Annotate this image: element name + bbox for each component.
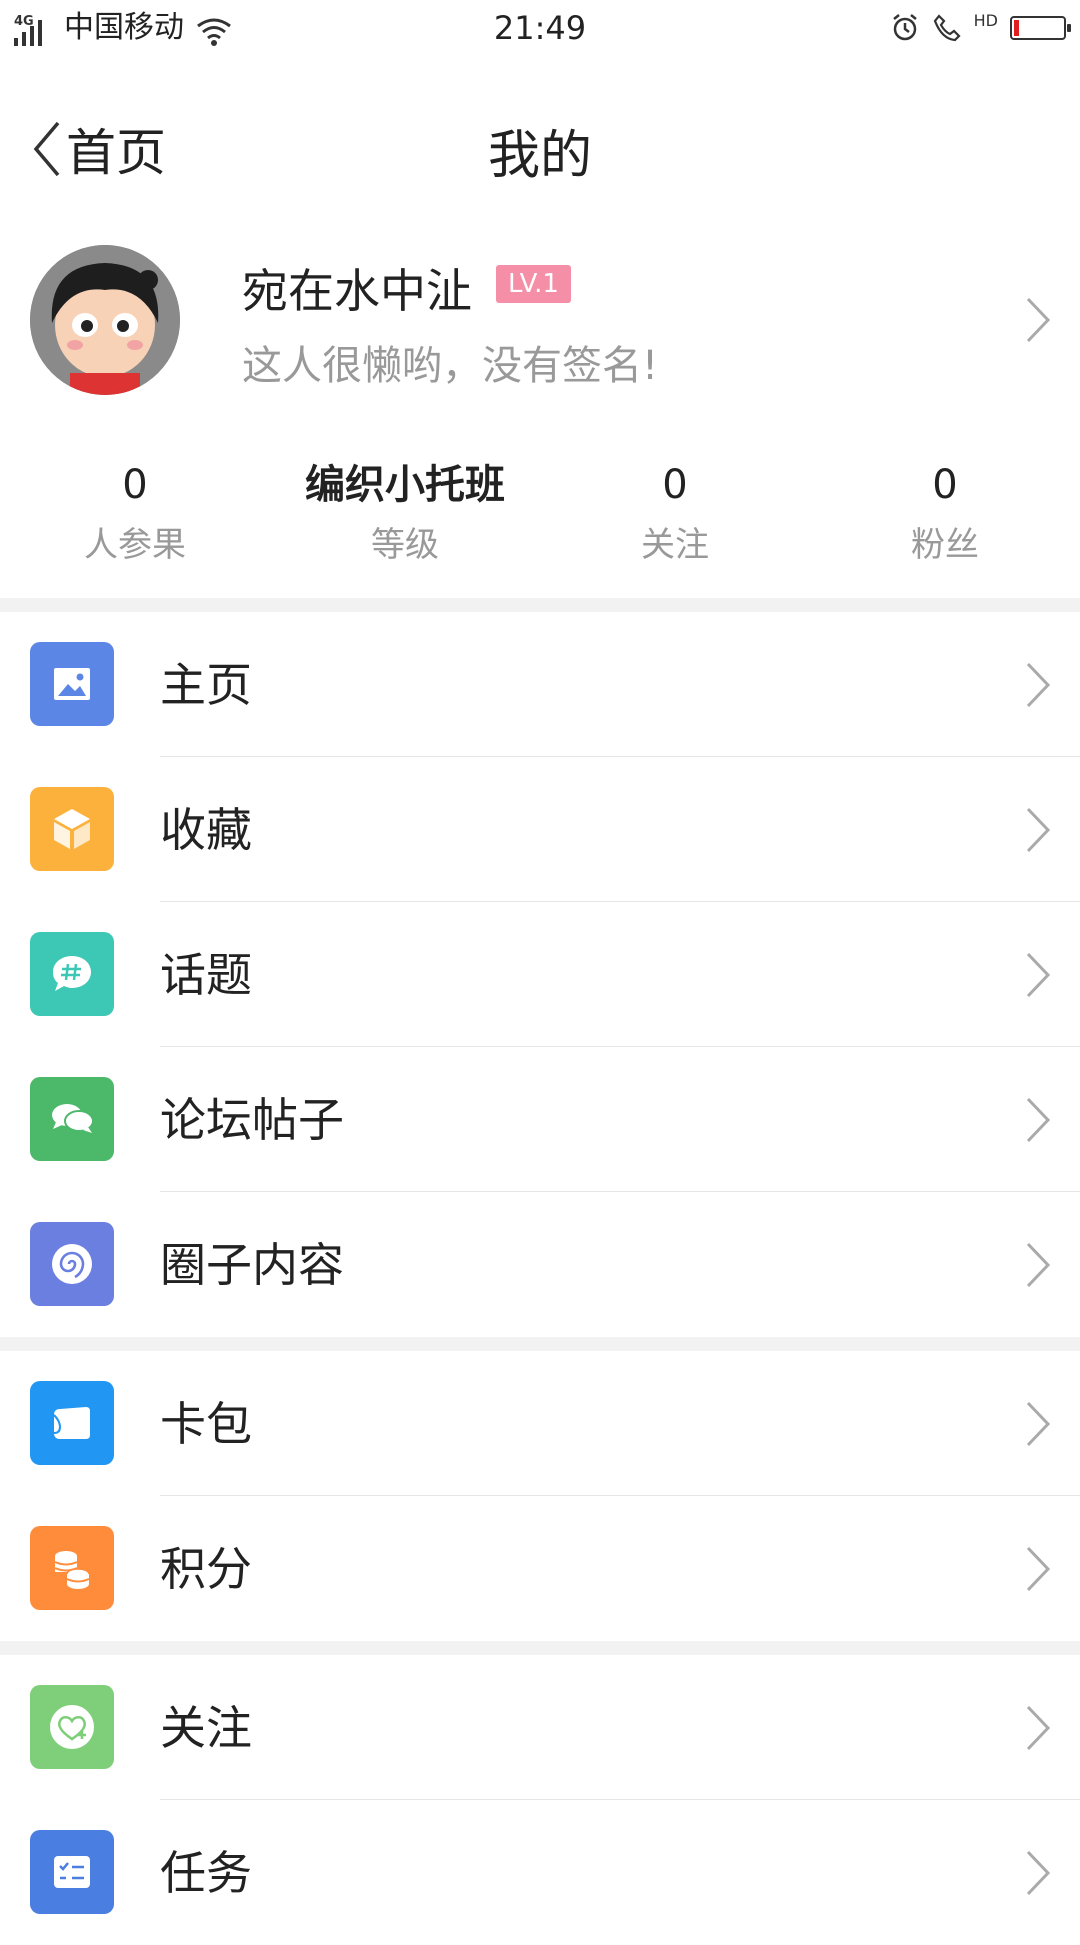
menu-label: 积分	[160, 1542, 252, 1596]
chevron-right-icon	[1026, 1242, 1051, 1288]
user-signature: 这人很懒哟，没有签名!	[242, 343, 659, 389]
battery-level	[1014, 20, 1019, 36]
profile-card[interactable]: 宛在水中沚 LV.1 这人很懒哟，没有签名!	[0, 233, 1080, 433]
status-right: HD	[890, 8, 1071, 48]
chevron-right-icon	[1026, 662, 1051, 708]
section-divider	[0, 1641, 1080, 1655]
task-list-icon	[54, 1856, 90, 1888]
avatar[interactable]	[30, 245, 180, 395]
menu-item-forum-posts[interactable]: 论坛帖子	[0, 1047, 1080, 1192]
chevron-right-icon	[1026, 297, 1051, 343]
stat-item[interactable]: 编织小托班 等级	[270, 455, 540, 595]
chevron-right-icon	[1026, 807, 1051, 853]
stat-label: 等级	[371, 525, 439, 565]
stat-label: 粉丝	[911, 525, 979, 565]
chevron-right-icon	[1026, 1546, 1051, 1592]
menu-icon-bg	[30, 1077, 114, 1161]
chat-bubbles-icon	[52, 1104, 94, 1133]
menu-icon-bg	[30, 1830, 114, 1914]
stat-label: 人参果	[84, 525, 186, 565]
stat-label: 关注	[641, 525, 709, 565]
hd-label: HD	[973, 10, 998, 30]
picture-icon	[54, 668, 90, 700]
menu-label: 论坛帖子	[160, 1093, 344, 1147]
menu-item-circle-content[interactable]: 圈子内容	[0, 1192, 1080, 1337]
coins-icon	[54, 1551, 90, 1589]
stats-row: 0 人参果 编织小托班 等级 0 关注 0 粉丝	[0, 455, 1080, 595]
section-divider	[0, 598, 1080, 612]
menu-item-card-wallet[interactable]: 卡包	[0, 1351, 1080, 1496]
menu-label: 话题	[160, 948, 252, 1002]
card-icon	[53, 1407, 90, 1439]
chevron-right-icon	[1026, 1097, 1051, 1143]
chevron-right-icon	[1026, 952, 1051, 998]
menu-item-tasks[interactable]: 任务	[0, 1800, 1080, 1945]
status-bar: 4G 中国移动 21:49 HD	[0, 0, 1080, 58]
chevron-right-icon	[1026, 1705, 1051, 1751]
chevron-right-icon	[1026, 1850, 1051, 1896]
nav-header: 首页 我的	[0, 58, 1080, 233]
menu-label: 收藏	[160, 803, 252, 857]
stat-value: 编织小托班	[305, 462, 505, 508]
level-badge: LV.1	[496, 265, 571, 303]
menu-label: 主页	[160, 658, 252, 712]
menu-icon-bg	[30, 787, 114, 871]
stat-value: 0	[662, 462, 688, 508]
box-icon	[54, 809, 90, 849]
menu-icon-bg	[30, 642, 114, 726]
menu-item-favorites[interactable]: 收藏	[0, 757, 1080, 902]
menu-icon-bg	[30, 1526, 114, 1610]
page-title: 我的	[487, 126, 592, 186]
heart-plus-icon	[50, 1705, 94, 1749]
menu-label: 圈子内容	[160, 1238, 344, 1292]
phone-call-icon	[933, 14, 961, 42]
alarm-icon	[892, 14, 917, 41]
stat-value: 0	[122, 462, 148, 508]
menu-label: 关注	[160, 1701, 252, 1755]
avatar-cartoon-icon	[30, 245, 180, 395]
menu-label: 卡包	[160, 1397, 252, 1451]
menu-label: 任务	[160, 1846, 252, 1900]
stat-item[interactable]: 0 关注	[540, 455, 810, 595]
menu-icon-bg	[30, 1381, 114, 1465]
menu-item-points[interactable]: 积分	[0, 1496, 1080, 1641]
battery-icon	[1010, 16, 1071, 40]
menu-icon-bg	[30, 932, 114, 1016]
menu-item-homepage[interactable]: 主页	[0, 612, 1080, 757]
menu-icon-bg	[30, 1685, 114, 1769]
spiral-icon	[52, 1244, 92, 1284]
menu-item-follow[interactable]: 关注	[0, 1655, 1080, 1800]
stat-value: 0	[932, 462, 958, 508]
username: 宛在水中沚	[242, 264, 472, 318]
stat-item[interactable]: 0 人参果	[0, 455, 270, 595]
menu-item-topics[interactable]: 话题	[0, 902, 1080, 1047]
chevron-right-icon	[1026, 1401, 1051, 1447]
section-divider	[0, 1337, 1080, 1351]
hashtag-bubble-icon	[53, 956, 91, 991]
stat-item[interactable]: 0 粉丝	[810, 455, 1080, 595]
menu-icon-bg	[30, 1222, 114, 1306]
